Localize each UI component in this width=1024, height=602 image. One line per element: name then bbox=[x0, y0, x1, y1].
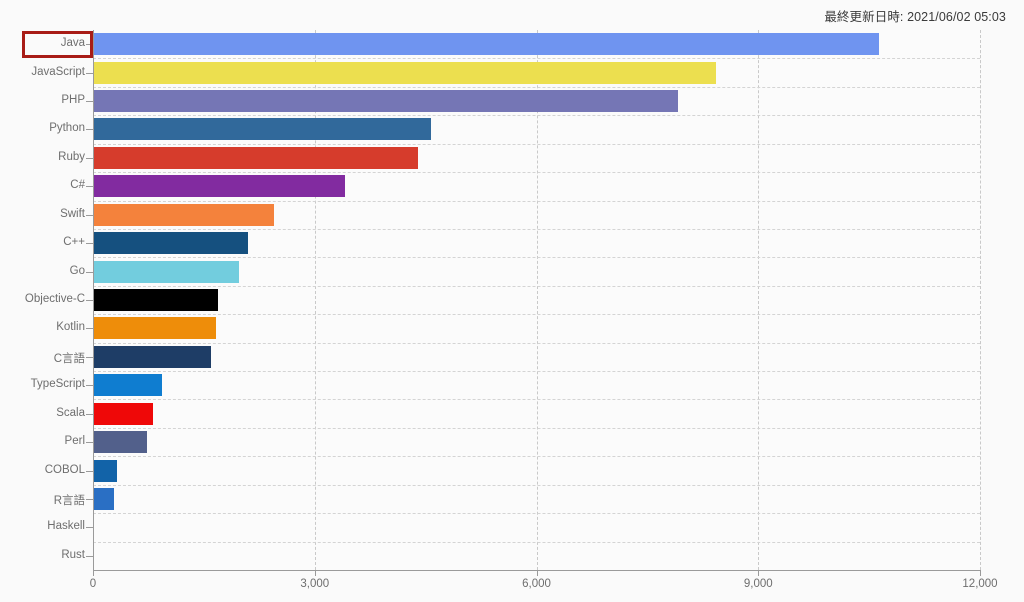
gridline-horizontal bbox=[93, 314, 980, 316]
y-tick bbox=[86, 186, 93, 188]
chart-screen: 最終更新日時: 2021/06/02 05:03 Java JavaScript P… bbox=[0, 0, 1024, 602]
y-axis-label-C#[interactable]: C# bbox=[0, 179, 85, 191]
x-axis-label-9,000: 9,000 bbox=[743, 578, 773, 590]
gridline-horizontal bbox=[93, 200, 980, 202]
x-axis-label-6,000: 6,000 bbox=[522, 578, 551, 590]
y-axis-label-Java[interactable]: Java bbox=[0, 37, 85, 49]
y-tick bbox=[86, 271, 93, 273]
bar-C言語[interactable] bbox=[94, 345, 211, 368]
y-tick bbox=[86, 157, 93, 159]
y-axis-label-Swift[interactable]: Swift bbox=[0, 208, 85, 220]
x-axis-label-0: 0 bbox=[89, 578, 97, 590]
y-tick bbox=[86, 129, 93, 131]
bar-PHP[interactable] bbox=[94, 90, 678, 113]
gridline-horizontal bbox=[93, 484, 980, 486]
y-axis-label-Scala[interactable]: Scala bbox=[0, 407, 85, 419]
bar-JavaScript[interactable] bbox=[94, 61, 716, 84]
y-tick bbox=[86, 72, 93, 74]
bar-chart: Java JavaScript PHP Python Ruby C# Swift C++ Go O… bbox=[0, 0, 1024, 602]
x-axis-label-3,000: 3,000 bbox=[300, 578, 330, 590]
y-axis-label-COBOL[interactable]: COBOL bbox=[0, 464, 85, 476]
y-tick bbox=[86, 442, 93, 444]
bar-Swift[interactable] bbox=[94, 203, 275, 226]
bar-Ruby[interactable] bbox=[94, 146, 418, 169]
y-axis-label-Kotlin[interactable]: Kotlin bbox=[0, 321, 85, 333]
bar-Go[interactable] bbox=[94, 260, 239, 283]
y-axis-label-Python[interactable]: Python bbox=[0, 122, 85, 134]
y-axis-label-Haskell[interactable]: Haskell bbox=[0, 520, 85, 532]
x-tick bbox=[536, 570, 538, 576]
y-tick bbox=[86, 44, 93, 46]
gridline-horizontal bbox=[93, 513, 980, 515]
bar-Scala[interactable] bbox=[94, 402, 154, 425]
y-tick bbox=[86, 555, 93, 557]
y-axis-label-JavaScript[interactable]: JavaScript bbox=[0, 66, 85, 78]
y-tick bbox=[86, 498, 93, 500]
y-tick bbox=[86, 385, 93, 387]
bar-COBOL[interactable] bbox=[94, 459, 117, 482]
y-tick bbox=[86, 413, 93, 415]
gridline-horizontal bbox=[93, 58, 980, 60]
plot-right-border bbox=[980, 30, 981, 570]
gridline-horizontal bbox=[93, 541, 980, 543]
y-axis-label-PHP[interactable]: PHP bbox=[0, 94, 85, 106]
y-axis-label-Ruby[interactable]: Ruby bbox=[0, 151, 85, 163]
bar-TypeScript[interactable] bbox=[94, 374, 162, 397]
y-axis-label-C++[interactable]: C++ bbox=[0, 236, 85, 248]
y-axis-label-Go[interactable]: Go bbox=[0, 265, 85, 277]
gridline-horizontal bbox=[93, 285, 980, 287]
bar-Kotlin[interactable] bbox=[94, 317, 216, 340]
gridline-horizontal bbox=[93, 456, 980, 458]
bar-C++[interactable] bbox=[94, 232, 249, 255]
gridline-horizontal bbox=[93, 399, 980, 401]
x-tick bbox=[314, 570, 316, 576]
bar-Java[interactable] bbox=[94, 33, 879, 56]
y-tick bbox=[86, 214, 93, 216]
gridline-horizontal bbox=[93, 143, 980, 145]
bar-Perl[interactable] bbox=[94, 431, 148, 454]
y-tick bbox=[86, 470, 93, 472]
x-axis-label-12,000: 12,000 bbox=[962, 578, 998, 590]
y-tick bbox=[86, 300, 93, 301]
y-tick bbox=[86, 101, 93, 103]
bar-C#[interactable] bbox=[94, 175, 346, 198]
bar-R言語[interactable] bbox=[94, 487, 114, 510]
gridline-horizontal bbox=[93, 371, 980, 373]
gridline-horizontal bbox=[93, 228, 980, 230]
gridline-horizontal bbox=[93, 342, 980, 344]
y-axis-label-R言語[interactable]: R言語 bbox=[0, 492, 85, 508]
y-axis-label-Rust[interactable]: Rust bbox=[0, 549, 85, 561]
y-tick bbox=[86, 328, 93, 330]
x-tick bbox=[980, 570, 981, 576]
y-axis-line bbox=[93, 30, 94, 570]
bar-Python[interactable] bbox=[94, 118, 432, 141]
y-tick bbox=[86, 527, 93, 529]
gridline-horizontal bbox=[93, 257, 980, 259]
gridline-vertical bbox=[758, 30, 760, 570]
gridline-horizontal bbox=[93, 115, 980, 117]
gridline-horizontal bbox=[93, 172, 980, 174]
y-axis-label-TypeScript[interactable]: TypeScript bbox=[0, 378, 85, 390]
y-tick bbox=[86, 356, 93, 358]
y-axis-label-Objective-C[interactable]: Objective-C bbox=[0, 293, 85, 305]
bar-Objective-C[interactable] bbox=[94, 289, 219, 311]
x-tick bbox=[93, 570, 94, 576]
gridline-horizontal bbox=[93, 427, 980, 429]
y-axis-label-C言語[interactable]: C言語 bbox=[0, 350, 85, 366]
gridline-horizontal bbox=[93, 86, 980, 88]
x-tick bbox=[758, 570, 760, 576]
y-tick bbox=[86, 243, 93, 245]
y-axis-label-Perl[interactable]: Perl bbox=[0, 435, 85, 447]
